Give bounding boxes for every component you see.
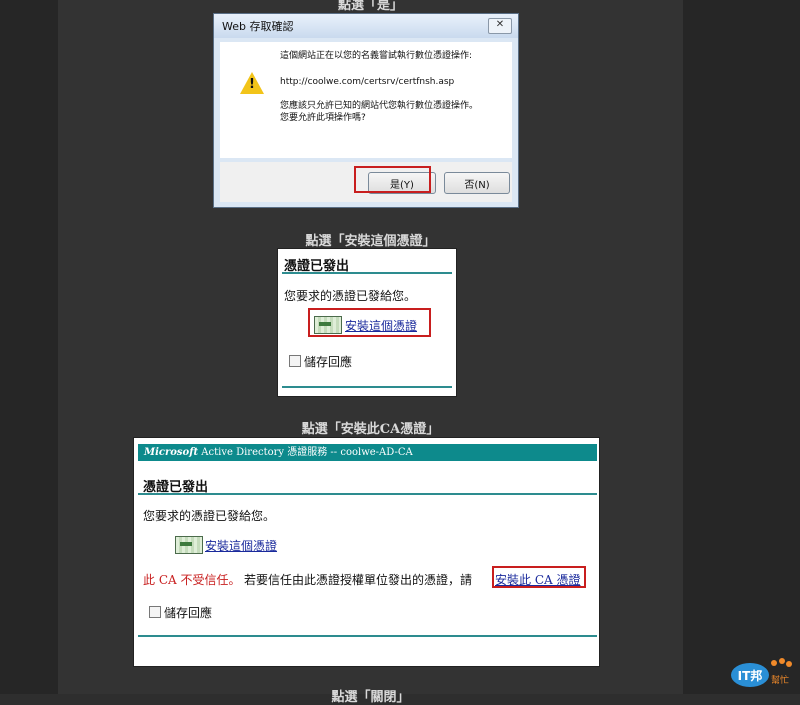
dialog-advice: 您應該只允許已知的網站代您執行數位憑證操作。 [280,101,479,111]
yes-button-highlight [354,166,431,193]
dialog-question: 您要允許此項操作嗎? [280,113,366,123]
save-response-label: 儲存回應 [164,606,213,620]
divider [138,493,597,495]
save-response-label: 儲存回應 [304,355,353,369]
untrusted-ca-warning: 此 CA 不受信任。 [143,573,241,587]
ca-cert-panel: Microsoft Active Directory 憑證服務 -- coolw… [133,437,600,667]
save-response-checkbox[interactable] [289,355,301,367]
left-margin [0,0,58,694]
divider [282,386,452,388]
caption-install-ca: 點選「安裝此CA憑證」 [301,422,440,437]
banner-text: Active Directory 憑證服務 -- coolwe-AD-CA [198,447,413,458]
logo-sub: 幫忙 [771,674,789,686]
dialog-titlebar: Web 存取確認 ✕ [214,14,518,38]
divider [282,272,452,274]
install-ca-highlight [492,566,586,588]
save-response-checkbox[interactable] [149,606,161,618]
divider [138,635,597,637]
issued-message: 您要求的憑證已發給您。 [284,289,417,303]
install-cert-link[interactable]: 安裝這個憑證 [205,537,277,554]
install-link-highlight [308,308,431,337]
ithome-logo: IT邦 幫忙 [730,655,794,689]
caption-click-yes: 點選「是」 [337,0,403,13]
certificate-icon [175,536,203,554]
warning-icon: ! [240,72,264,94]
right-margin [683,0,800,694]
trust-prompt: 若要信任由此憑證授權單位發出的憑證，請 [244,573,473,587]
banner-brand: Microsoft [144,447,199,458]
caption-close: 點選「關閉」 [331,690,410,705]
logo-brand: IT邦 [738,668,763,683]
dialog-url: http://coolwe.com/certsrv/certfnsh.asp [280,77,455,87]
no-button[interactable]: 否(N) [444,172,510,194]
issued-message: 您要求的憑證已發給您。 [143,509,276,523]
close-icon[interactable]: ✕ [488,18,512,34]
dialog-body: ! 這個網站正在以您的名義嘗試執行數位憑證操作: http://coolwe.c… [220,42,512,158]
caption-install-cert: 點選「安裝這個憑證」 [305,234,436,249]
dialog-title: Web 存取確認 [222,20,294,33]
ad-cs-banner: Microsoft Active Directory 憑證服務 -- coolw… [138,444,597,461]
dialog-message: 這個網站正在以您的名義嘗試執行數位憑證操作: [280,51,473,61]
